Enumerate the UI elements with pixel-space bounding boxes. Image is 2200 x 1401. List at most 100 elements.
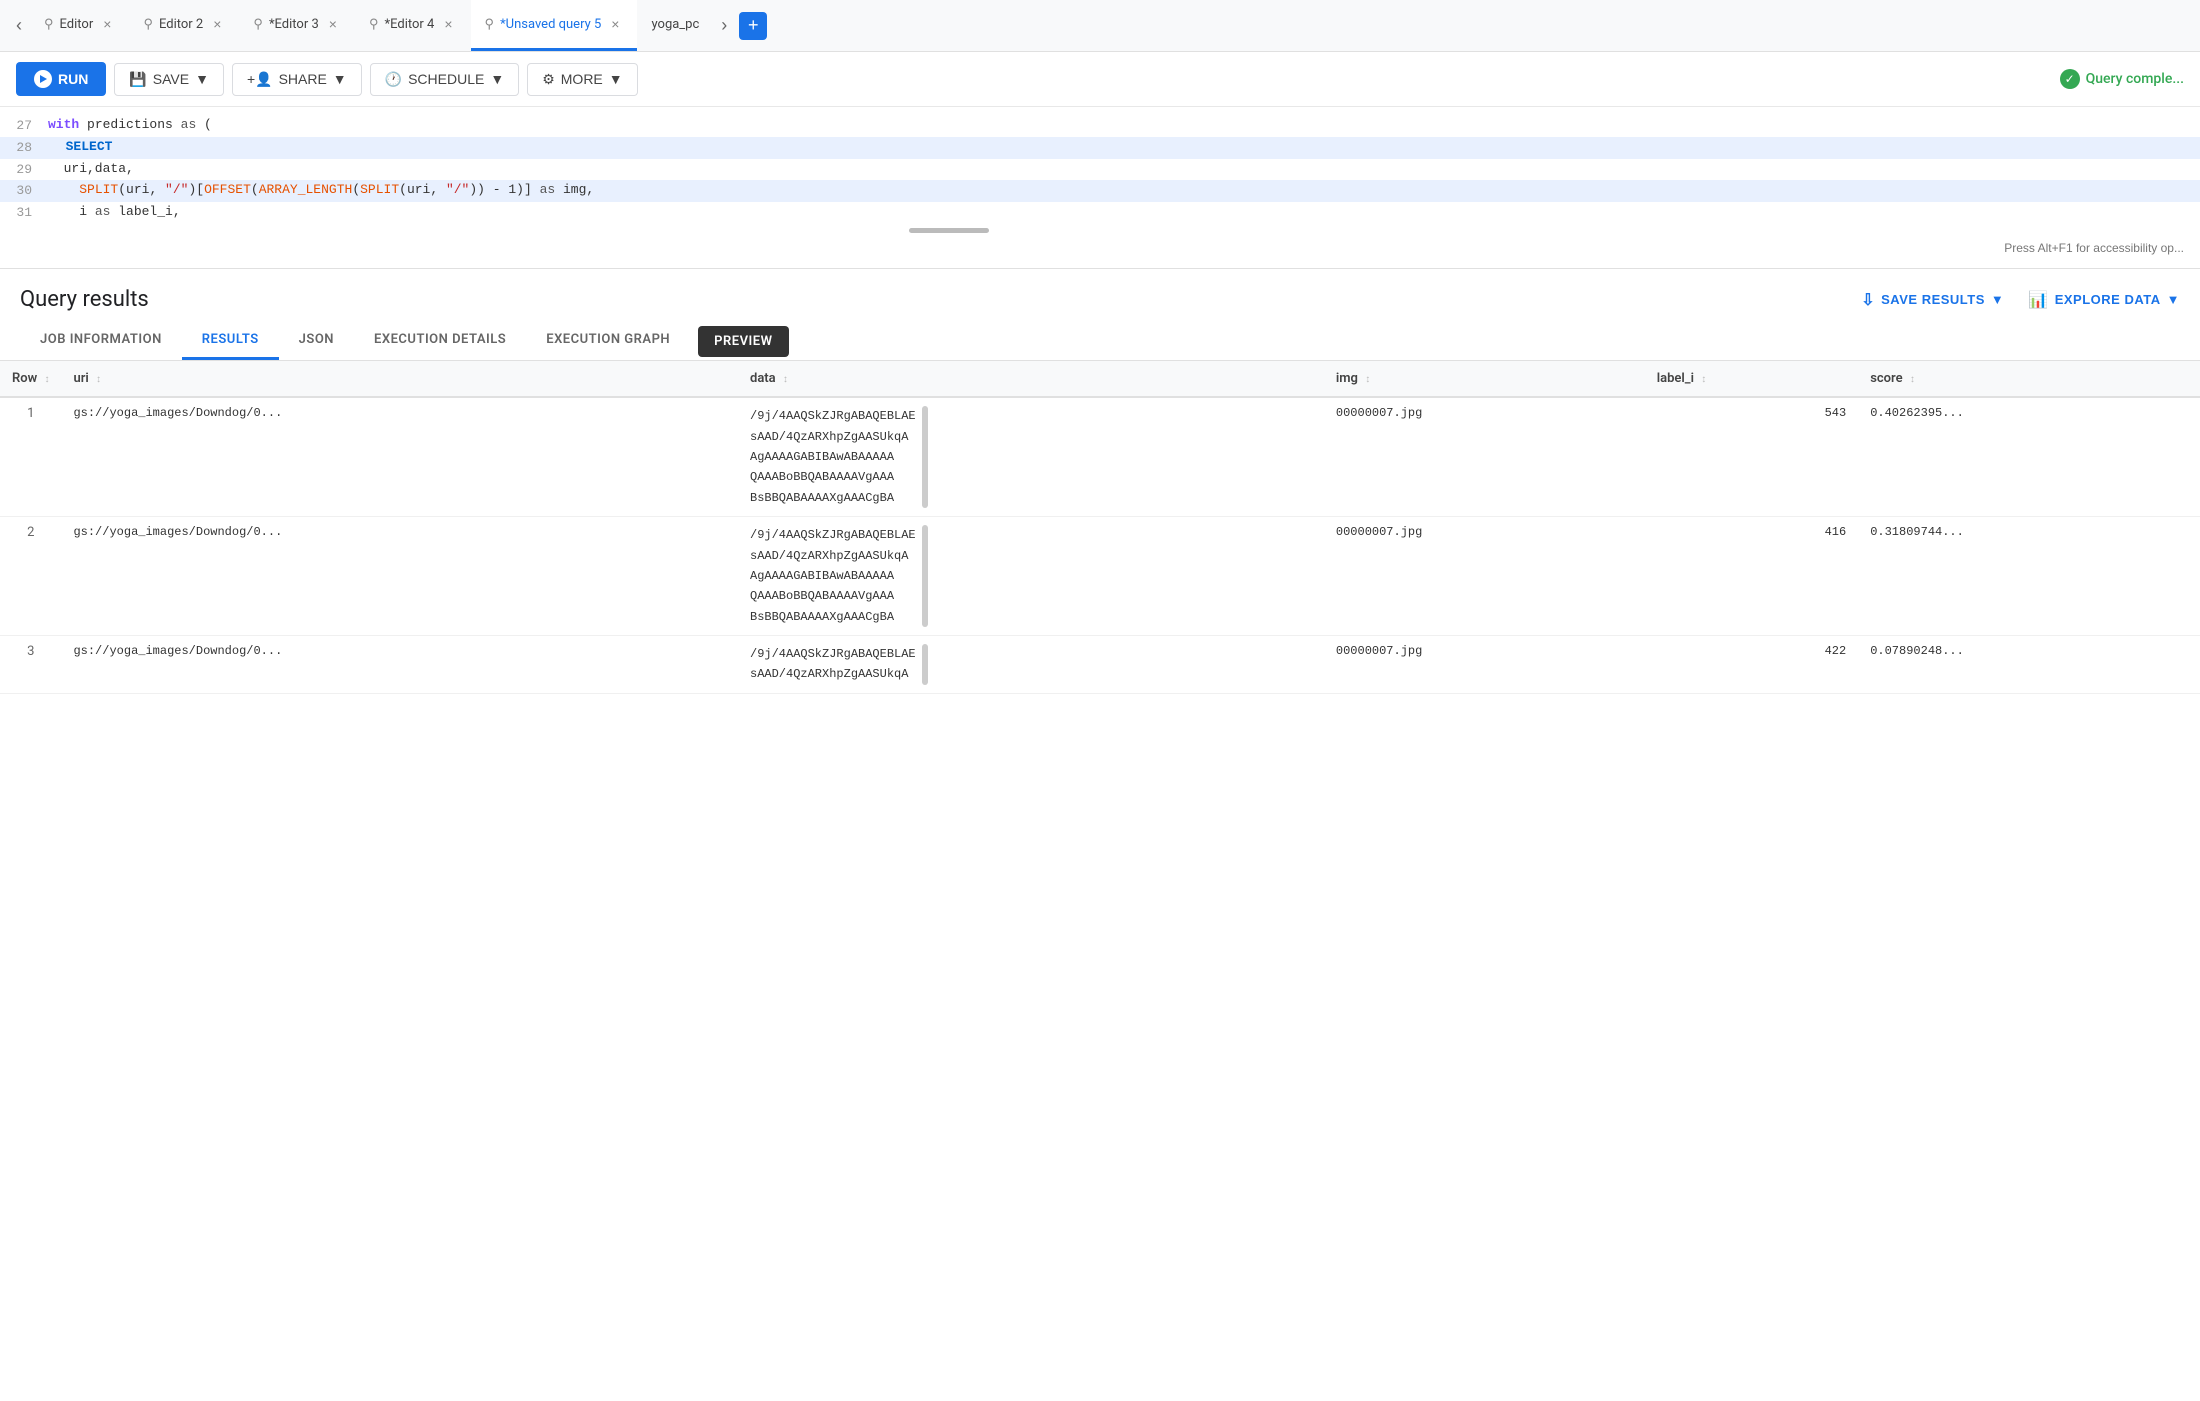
results-actions: ⇩ SAVE RESULTS ▼ 📊 EXPLORE DATA ▼ <box>1861 290 2180 310</box>
save-icon: 💾 <box>129 71 146 88</box>
tab-editor4-label: *Editor 4 <box>385 17 435 32</box>
tab-yoga-pc[interactable]: yoga_pc <box>637 0 713 51</box>
data-content-1: /9j/4AAQSkZJRgABAQEBLAEsAAD/4QzARXhpZgAA… <box>750 406 916 508</box>
share-dropdown-icon: ▼ <box>333 71 347 87</box>
tab-unsaved5[interactable]: ⚲ *Unsaved query 5 × <box>471 0 638 51</box>
tab-json[interactable]: JSON <box>279 322 354 360</box>
tab-editor2[interactable]: ⚲ Editor 2 × <box>129 0 239 51</box>
col-score: score ↕ <box>1858 361 2200 397</box>
code-line-27: 27 with predictions as ( <box>0 115 2200 137</box>
tab-back-button[interactable]: ‹ <box>8 11 30 40</box>
clock-icon: 🕐 <box>385 71 402 88</box>
results-header: Query results ⇩ SAVE RESULTS ▼ 📊 EXPLORE… <box>0 269 2200 322</box>
cell-row-2: 2 <box>0 517 61 636</box>
cell-uri-1: gs://yoga_images/Downdog/0... <box>61 397 738 516</box>
schedule-button[interactable]: 🕐 SCHEDULE ▼ <box>370 63 520 96</box>
cell-row-1: 1 <box>0 397 61 516</box>
line-num-27: 27 <box>0 115 48 137</box>
data-scrollbar-2[interactable] <box>922 525 928 627</box>
col-data-sort[interactable]: ↕ <box>783 374 788 385</box>
data-scrollbar-1[interactable] <box>922 406 928 508</box>
search-icon-4: ⚲ <box>369 17 379 32</box>
tab-preview[interactable]: PREVIEW <box>698 326 788 357</box>
save-button[interactable]: 💾 SAVE ▼ <box>114 63 224 96</box>
col-img: img ↕ <box>1324 361 1645 397</box>
line-num-29: 29 <box>0 159 48 181</box>
tab-execution-details[interactable]: EXECUTION DETAILS <box>354 322 526 360</box>
line-num-31: 31 <box>0 202 48 224</box>
cell-score-2: 0.31809744... <box>1858 517 2200 636</box>
code-line-31: 31 i as label_i, <box>0 202 2200 224</box>
cell-label-i-3: 422 <box>1645 636 1858 694</box>
check-circle-icon: ✓ <box>2060 69 2080 89</box>
col-uri-sort[interactable]: ↕ <box>96 374 101 385</box>
cell-img-2: 00000007.jpg <box>1324 517 1645 636</box>
tab-editor1-close[interactable]: × <box>99 14 115 34</box>
code-text-30: SPLIT(uri, "/")[OFFSET(ARRAY_LENGTH(SPLI… <box>48 180 2200 201</box>
tab-editor1-label: Editor <box>60 17 94 32</box>
code-text-31: i as label_i, <box>48 202 2200 223</box>
search-icon-3: ⚲ <box>253 17 263 32</box>
tab-bar: ‹ ⚲ Editor × ⚲ Editor 2 × ⚲ *Editor 3 × … <box>0 0 2200 52</box>
data-scroll-1: /9j/4AAQSkZJRgABAQEBLAEsAAD/4QzARXhpZgAA… <box>750 406 1312 508</box>
table-row: 2 gs://yoga_images/Downdog/0... /9j/4AAQ… <box>0 517 2200 636</box>
toolbar: RUN 💾 SAVE ▼ +👤 SHARE ▼ 🕐 SCHEDULE ▼ ⚙ M… <box>0 52 2200 107</box>
share-label: SHARE <box>279 71 327 87</box>
save-results-label: SAVE RESULTS <box>1881 292 1985 307</box>
tab-editor2-label: Editor 2 <box>159 17 203 32</box>
explore-data-button[interactable]: 📊 EXPLORE DATA ▼ <box>2028 290 2180 310</box>
cell-score-1: 0.40262395... <box>1858 397 2200 516</box>
explore-dropdown-icon: ▼ <box>2167 292 2180 307</box>
col-row-sort[interactable]: ↕ <box>44 374 49 385</box>
cell-label-i-1: 543 <box>1645 397 1858 516</box>
tab-editor3[interactable]: ⚲ *Editor 3 × <box>239 0 355 51</box>
tab-editor4[interactable]: ⚲ *Editor 4 × <box>355 0 471 51</box>
code-editor[interactable]: 27 with predictions as ( 28 SELECT 29 ur… <box>0 107 2200 269</box>
cell-uri-2: gs://yoga_images/Downdog/0... <box>61 517 738 636</box>
tab-editor3-close[interactable]: × <box>325 14 341 34</box>
table-header: Row ↕ uri ↕ data ↕ img ↕ label_i ↕ <box>0 361 2200 397</box>
tab-unsaved5-close[interactable]: × <box>607 14 623 34</box>
table-row: 3 gs://yoga_images/Downdog/0... /9j/4AAQ… <box>0 636 2200 694</box>
tab-execution-graph[interactable]: EXECUTION GRAPH <box>526 322 690 360</box>
horizontal-scrollbar[interactable] <box>909 228 989 233</box>
data-scroll-3: /9j/4AAQSkZJRgABAQEBLAEsAAD/4QzARXhpZgAA… <box>750 644 1312 685</box>
tab-job-information-label: JOB INFORMATION <box>40 332 162 347</box>
tab-yoga-pc-label: yoga_pc <box>651 17 699 32</box>
tab-preview-label: PREVIEW <box>714 334 772 349</box>
data-scrollbar-3[interactable] <box>922 644 928 685</box>
cell-data-3: /9j/4AAQSkZJRgABAQEBLAEsAAD/4QzARXhpZgAA… <box>738 636 1324 694</box>
code-line-30: 30 SPLIT(uri, "/")[OFFSET(ARRAY_LENGTH(S… <box>0 180 2200 202</box>
cell-row-3: 3 <box>0 636 61 694</box>
tab-editor4-close[interactable]: × <box>440 14 456 34</box>
tab-forward-button[interactable]: › <box>713 11 735 40</box>
status-complete: ✓ Query comple... <box>2060 69 2184 89</box>
tab-editor3-label: *Editor 3 <box>269 17 319 32</box>
more-label: MORE <box>561 71 603 87</box>
save-results-button[interactable]: ⇩ SAVE RESULTS ▼ <box>1861 290 2004 310</box>
cell-img-1: 00000007.jpg <box>1324 397 1645 516</box>
gear-icon: ⚙ <box>542 71 555 88</box>
more-button[interactable]: ⚙ MORE ▼ <box>527 63 637 96</box>
run-button[interactable]: RUN <box>16 62 106 96</box>
share-button[interactable]: +👤 SHARE ▼ <box>232 63 362 96</box>
save-results-dropdown-icon: ▼ <box>1991 292 2004 307</box>
tab-unsaved5-label: *Unsaved query 5 <box>500 17 601 32</box>
tab-editor1[interactable]: ⚲ Editor × <box>30 0 129 51</box>
col-img-sort[interactable]: ↕ <box>1365 374 1370 385</box>
col-score-sort[interactable]: ↕ <box>1910 374 1915 385</box>
col-label-i-sort[interactable]: ↕ <box>1701 374 1706 385</box>
more-dropdown-icon: ▼ <box>609 71 623 87</box>
cell-data-1: /9j/4AAQSkZJRgABAQEBLAEsAAD/4QzARXhpZgAA… <box>738 397 1324 516</box>
tab-results-label: RESULTS <box>202 332 259 347</box>
tab-results[interactable]: RESULTS <box>182 322 279 360</box>
col-data: data ↕ <box>738 361 1324 397</box>
tab-editor2-close[interactable]: × <box>209 14 225 34</box>
tab-job-information[interactable]: JOB INFORMATION <box>20 322 182 360</box>
line-num-30: 30 <box>0 180 48 202</box>
cell-uri-3: gs://yoga_images/Downdog/0... <box>61 636 738 694</box>
schedule-label: SCHEDULE <box>408 71 484 87</box>
code-line-29: 29 uri,data, <box>0 159 2200 181</box>
tab-add-button[interactable]: + <box>739 12 767 40</box>
accessibility-hint: Press Alt+F1 for accessibility op... <box>0 235 2200 260</box>
